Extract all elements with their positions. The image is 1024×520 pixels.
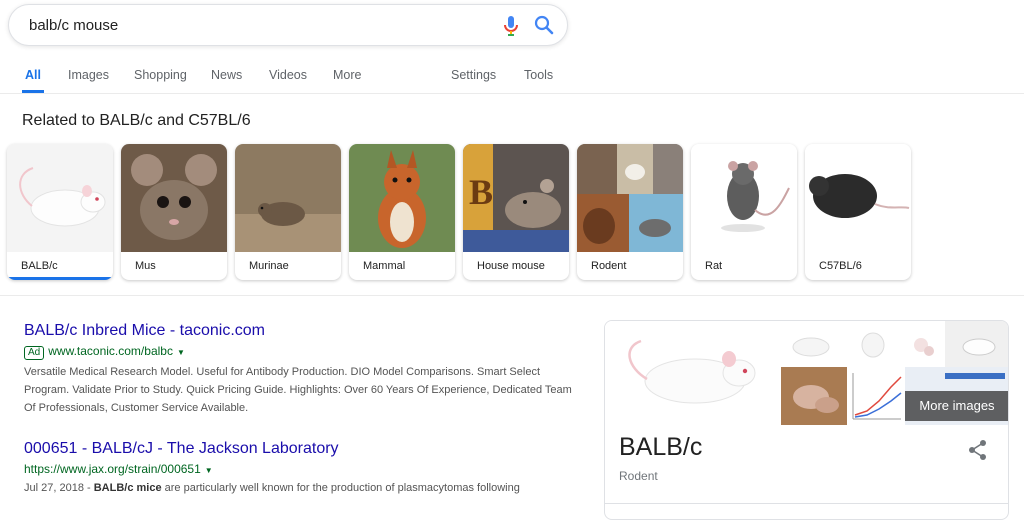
- result-snippet: Versatile Medical Research Model. Useful…: [24, 366, 572, 414]
- tab-videos[interactable]: Videos: [269, 68, 307, 82]
- tab-shopping[interactable]: Shopping: [134, 68, 187, 82]
- microphone-icon[interactable]: [500, 14, 522, 38]
- result-date: Jul 27, 2018: [24, 482, 84, 494]
- related-card-label: Rat: [705, 260, 723, 272]
- balbc-mouse-image: [7, 144, 113, 252]
- related-card-rodent[interactable]: Rodent: [577, 144, 683, 280]
- squirrel-image: [349, 144, 455, 252]
- result-title-link[interactable]: BALB/c Inbred Mice - taconic.com: [24, 322, 265, 339]
- ad-badge: Ad: [24, 346, 45, 360]
- tab-settings[interactable]: Settings: [451, 68, 496, 82]
- related-card-rat[interactable]: Rat: [691, 144, 797, 280]
- tab-all[interactable]: All: [25, 68, 41, 82]
- result-snippet: Jul 27, 2018 - BALB/c mice are particula…: [24, 479, 584, 497]
- tab-tools[interactable]: Tools: [524, 68, 553, 82]
- kp-thumb-image[interactable]: [901, 321, 945, 367]
- related-card-label: House mouse: [477, 260, 545, 272]
- kp-main-image[interactable]: [605, 321, 781, 425]
- kp-title: BALB/c: [619, 433, 703, 461]
- house-mouse-image: B: [463, 144, 569, 252]
- related-card-balbc[interactable]: BALB/c: [7, 144, 113, 280]
- related-card-label: Mammal: [363, 260, 406, 272]
- result-url-line: https://www.jax.org/strain/000651 ▼: [24, 462, 584, 476]
- search-result-ad: BALB/c Inbred Mice - taconic.com Ad www.t…: [24, 322, 584, 417]
- header-divider: [0, 93, 1024, 94]
- kp-thumb-image[interactable]: [945, 321, 1009, 367]
- related-card-murinae[interactable]: Murinae: [235, 144, 341, 280]
- more-images-button[interactable]: More images: [905, 391, 1008, 421]
- related-card-c57bl6[interactable]: C57BL/6: [805, 144, 911, 280]
- active-card-indicator: [7, 277, 113, 280]
- related-title: Related to BALB/c and C57BL/6: [22, 112, 251, 129]
- kp-thumb-image[interactable]: [847, 367, 905, 425]
- related-card-mus[interactable]: Mus: [121, 144, 227, 280]
- section-divider: [0, 295, 1024, 296]
- kp-thumb-image[interactable]: [781, 367, 847, 425]
- result-title-link[interactable]: 000651 - BALB/cJ - The Jackson Laborator…: [24, 440, 339, 457]
- url-dropdown-arrow-icon[interactable]: ▼: [177, 348, 185, 357]
- tab-news[interactable]: News: [211, 68, 242, 82]
- result-date-separator: -: [83, 482, 94, 494]
- tab-more[interactable]: More: [333, 68, 361, 82]
- related-card-house-mouse[interactable]: B House mouse: [463, 144, 569, 280]
- kp-divider: [605, 503, 1008, 504]
- result-url[interactable]: www.taconic.com/balbc: [48, 344, 173, 358]
- share-icon[interactable]: [967, 439, 989, 461]
- tab-images[interactable]: Images: [68, 68, 109, 82]
- search-input[interactable]: [27, 13, 487, 37]
- related-carousel: BALB/c Mus Murinae Mammal B House mouse …: [0, 144, 1024, 284]
- svg-text:B: B: [469, 172, 493, 212]
- url-dropdown-arrow-icon[interactable]: ▼: [205, 466, 213, 475]
- mus-mouse-image: [121, 144, 227, 252]
- related-card-label: BALB/c: [21, 260, 58, 272]
- related-card-mammal[interactable]: Mammal: [349, 144, 455, 280]
- murinae-image: [235, 144, 341, 252]
- related-card-label: Murinae: [249, 260, 289, 272]
- search-icon[interactable]: [533, 14, 555, 36]
- kp-thumb-image[interactable]: [781, 321, 845, 367]
- snippet-highlight: BALB/c mice: [93, 482, 162, 494]
- knowledge-panel: More images BALB/c Rodent: [604, 320, 1009, 520]
- c57bl6-mouse-image: [805, 144, 911, 252]
- rodent-collage-image: [577, 144, 683, 252]
- search-box[interactable]: [8, 4, 568, 46]
- related-card-label: Rodent: [591, 260, 627, 272]
- search-result: 000651 - BALB/cJ - The Jackson Laborator…: [24, 440, 584, 497]
- rat-image: [691, 144, 797, 252]
- related-card-label: C57BL/6: [819, 260, 862, 272]
- kp-subtitle: Rodent: [619, 469, 658, 483]
- snippet-text: are particularly well known for the prod…: [161, 482, 520, 494]
- search-tabs: All Images Shopping News Videos More Set…: [0, 64, 1024, 88]
- related-card-label: Mus: [135, 260, 156, 272]
- result-url[interactable]: https://www.jax.org/strain/000651: [24, 462, 201, 476]
- kp-thumb-image[interactable]: [845, 321, 901, 367]
- result-url-line: Ad www.taconic.com/balbc ▼: [24, 344, 584, 360]
